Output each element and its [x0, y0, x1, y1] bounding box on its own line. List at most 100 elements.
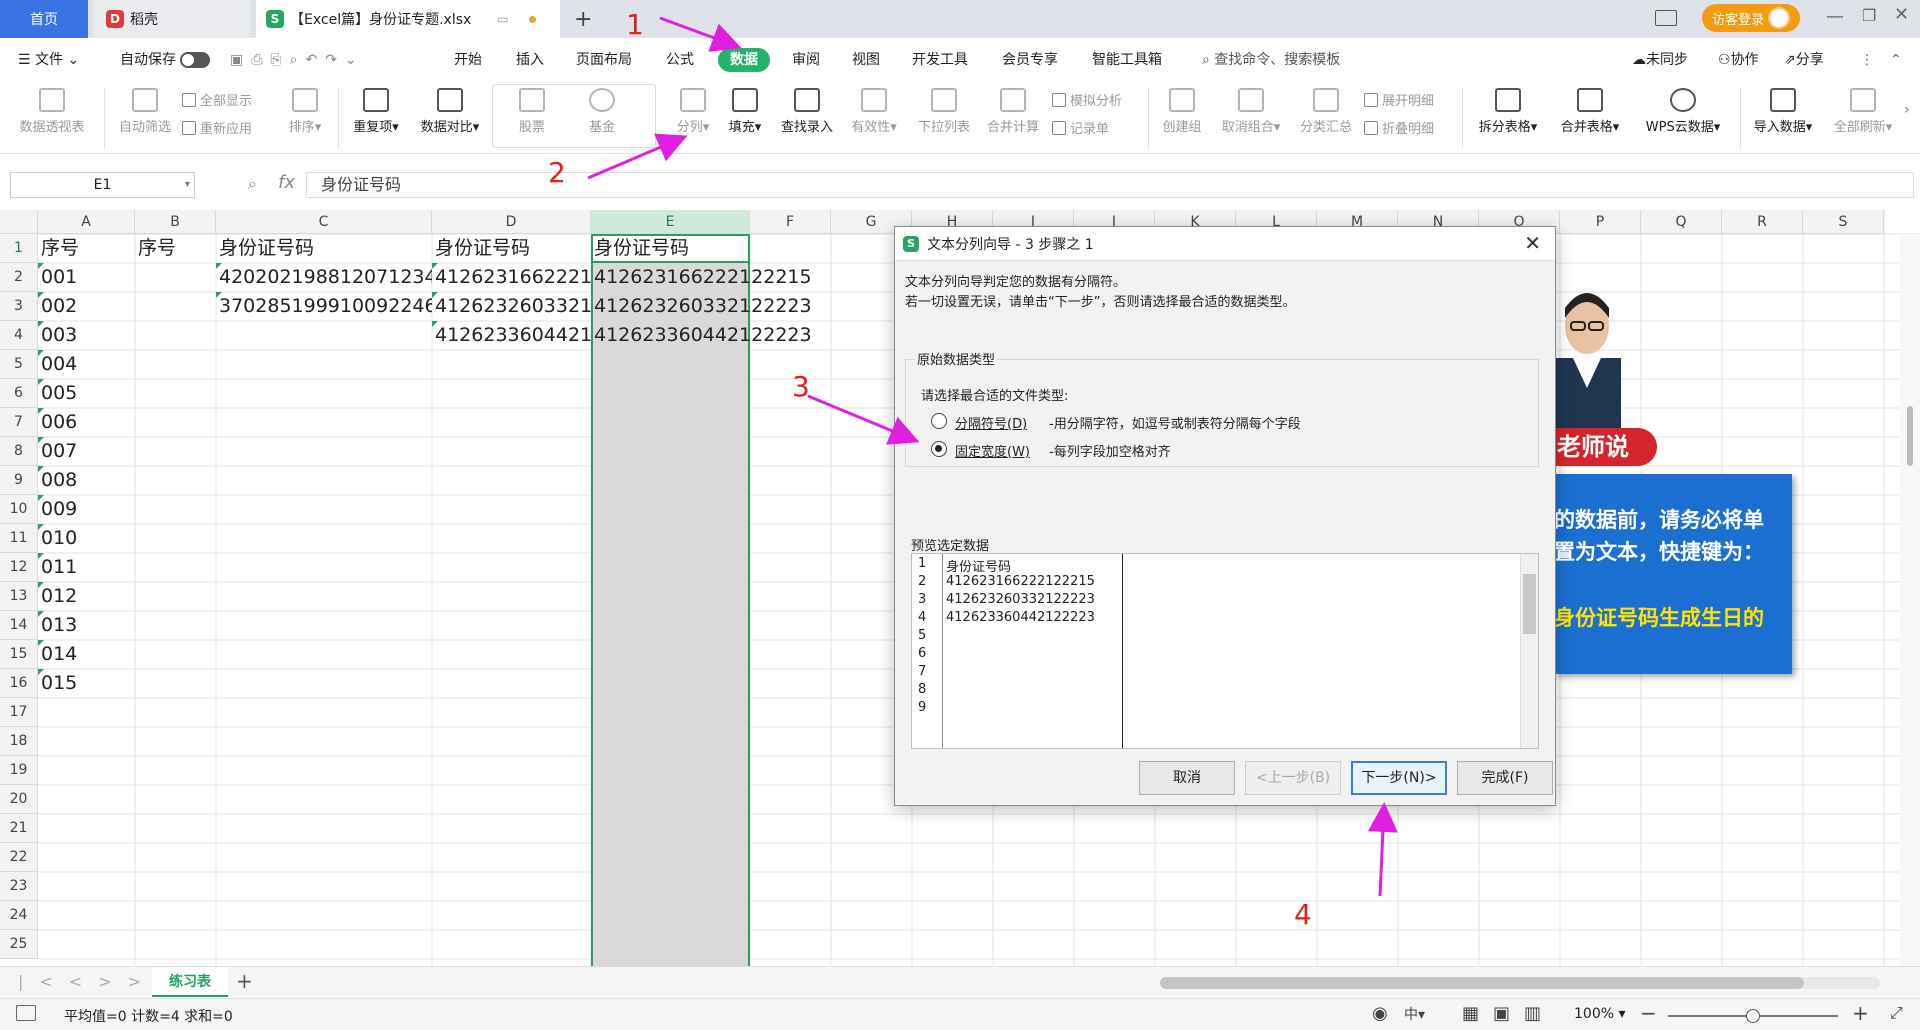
preview-box[interactable]: 1 身份证号码 2 412623166222122215 3 41262326033212… — [911, 553, 1539, 749]
autofilter-button[interactable]: 自动筛选 — [110, 88, 180, 135]
delimited-radio[interactable] — [931, 413, 947, 429]
row-header-10[interactable]: 10 — [0, 495, 38, 524]
share-button[interactable]: ⇗分享 — [1780, 48, 1828, 72]
pin-icon[interactable]: ▭ — [497, 12, 508, 26]
back-button[interactable]: <上一步(B) — [1245, 761, 1341, 795]
row-header-24[interactable]: 24 — [0, 901, 38, 930]
cell-e1[interactable]: 身份证号码 — [591, 234, 831, 263]
record-form-button[interactable]: 记录单 — [1052, 118, 1109, 137]
preview-scroll-thumb[interactable] — [1523, 574, 1536, 634]
zoom-slider[interactable] — [1668, 1009, 1838, 1023]
option-fixed-width[interactable]: 固定宽度(W) -每列字段加空格对齐 — [931, 439, 1531, 460]
column-header-d[interactable]: D — [432, 210, 591, 234]
show-all-button[interactable]: 全部显示 — [182, 90, 252, 109]
cell-a12[interactable]: 011 — [38, 553, 135, 582]
finish-button[interactable]: 完成(F) — [1457, 761, 1553, 795]
menu-data[interactable]: 数据 — [718, 48, 770, 72]
menu-formulas[interactable]: 公式 — [662, 48, 698, 72]
row-header-11[interactable]: 11 — [0, 524, 38, 553]
row-header-6[interactable]: 6 — [0, 379, 38, 408]
cell-d1[interactable]: 身份证号码 — [432, 234, 591, 263]
cell-a2[interactable]: 001 — [38, 263, 135, 292]
lookup-entry-button[interactable]: 查找录入 — [774, 88, 840, 135]
column-header-b[interactable]: B — [135, 210, 216, 234]
row-header-16[interactable]: 16 — [0, 669, 38, 698]
scroll-thumb[interactable] — [1907, 406, 1913, 466]
macro-record-icon[interactable] — [16, 1005, 36, 1021]
row-header-21[interactable]: 21 — [0, 814, 38, 843]
cell-e2[interactable]: 412623166222122215 — [591, 263, 831, 292]
zoom-search-icon[interactable]: ⌕ — [248, 174, 257, 194]
cell-d4[interactable]: 412623360442122223 — [432, 321, 591, 350]
row-header-15[interactable]: 15 — [0, 640, 38, 669]
fixed-width-radio[interactable] — [931, 441, 947, 457]
sheet-tab-practice[interactable]: 练习表 — [152, 967, 228, 997]
cell-a1[interactable]: 序号 — [38, 234, 135, 263]
subtotal-button[interactable]: 分类汇总 — [1294, 88, 1358, 135]
menu-smart-tools[interactable]: 智能工具箱 — [1088, 48, 1166, 72]
menu-view[interactable]: 视图 — [848, 48, 884, 72]
more-icon[interactable]: ⋮ — [1856, 48, 1878, 72]
menu-member[interactable]: 会员专享 — [998, 48, 1062, 72]
visitor-login-button[interactable]: 访客登录 — [1702, 4, 1800, 32]
column-header-r[interactable]: R — [1722, 210, 1803, 234]
option-delimited[interactable]: 分隔符号(D) -用分隔字符，如逗号或制表符分隔每个字段 — [931, 411, 1531, 432]
row-header-4[interactable]: 4 — [0, 321, 38, 350]
language-icon[interactable]: 中▾ — [1404, 1004, 1425, 1024]
tab-home[interactable]: 首页 — [0, 0, 88, 38]
zoom-out-icon[interactable]: − — [1640, 1001, 1657, 1025]
fill-button[interactable]: 填充▾ — [720, 88, 770, 135]
row-header-3[interactable]: 3 — [0, 292, 38, 321]
split-table-button[interactable]: 拆分表格▾ — [1470, 88, 1546, 135]
menu-home[interactable]: 开始 — [450, 48, 486, 72]
cell-e3[interactable]: 412623260332122223 — [591, 292, 831, 321]
menu-page-layout[interactable]: 页面布局 — [572, 48, 636, 72]
file-menu[interactable]: ☰ 文件 ⌄ — [14, 48, 83, 72]
row-header-20[interactable]: 20 — [0, 785, 38, 814]
column-header-f[interactable]: F — [750, 210, 831, 234]
name-box[interactable]: E1 ▾ — [10, 172, 195, 198]
ungroup-button[interactable]: 取消组合▾ — [1214, 88, 1288, 135]
cell-e4[interactable]: 412623360442122223 — [591, 321, 831, 350]
command-search[interactable]: ⌕ 查找命令、搜索模板 — [1198, 48, 1344, 72]
column-header-p[interactable]: P — [1560, 210, 1641, 234]
duplicates-button[interactable]: 重复项▾ — [346, 88, 406, 135]
stock-button[interactable]: 股票 — [502, 88, 562, 135]
cell-d2[interactable]: 412623166222122215 — [432, 263, 591, 292]
cell-a10[interactable]: 009 — [38, 495, 135, 524]
column-header-e[interactable]: E — [591, 210, 750, 234]
pivot-table-button[interactable]: 数据透视表 — [12, 88, 92, 135]
cell-c3[interactable]: 370285199910092246 — [216, 292, 432, 321]
row-header-7[interactable]: 7 — [0, 408, 38, 437]
view-mode-icons[interactable]: ▦▣▥ — [1462, 1003, 1555, 1024]
cell-a9[interactable]: 008 — [38, 466, 135, 495]
create-group-button[interactable]: 创建组 — [1154, 88, 1210, 135]
cell-a16[interactable]: 015 — [38, 669, 135, 698]
cell-a15[interactable]: 014 — [38, 640, 135, 669]
cell-a5[interactable]: 004 — [38, 350, 135, 379]
fx-icon[interactable]: fx — [278, 172, 295, 193]
row-header-9[interactable]: 9 — [0, 466, 38, 495]
eye-protect-icon[interactable]: ◉ — [1372, 1003, 1388, 1024]
ribbon-scroll-right-icon[interactable]: › — [1904, 102, 1910, 118]
column-header-a[interactable]: A — [38, 210, 135, 234]
collapse-detail-button[interactable]: 折叠明细 — [1364, 118, 1434, 137]
row-header-18[interactable]: 18 — [0, 727, 38, 756]
reapply-button[interactable]: 重新应用 — [182, 118, 252, 137]
add-sheet-button[interactable]: + — [236, 969, 253, 993]
next-button[interactable]: 下一步(N)> — [1351, 761, 1447, 795]
sync-button[interactable]: ☁未同步 — [1628, 48, 1692, 72]
preview-scrollbar[interactable] — [1520, 554, 1538, 748]
row-header-22[interactable]: 22 — [0, 843, 38, 872]
menu-insert[interactable]: 插入 — [512, 48, 548, 72]
tab-daoke[interactable]: D 稻壳 — [94, 0, 250, 38]
row-header-13[interactable]: 13 — [0, 582, 38, 611]
collapse-ribbon-icon[interactable]: ⌃ — [1886, 48, 1906, 72]
vertical-scrollbar[interactable] — [1900, 236, 1920, 966]
new-tab-button[interactable]: + — [574, 0, 592, 38]
cell-b1[interactable]: 序号 — [135, 234, 216, 263]
cell-a11[interactable]: 010 — [38, 524, 135, 553]
simulate-button[interactable]: 模拟分析 — [1052, 90, 1122, 109]
cell-a3[interactable]: 002 — [38, 292, 135, 321]
consolidate-button[interactable]: 合并计算 — [980, 88, 1046, 135]
